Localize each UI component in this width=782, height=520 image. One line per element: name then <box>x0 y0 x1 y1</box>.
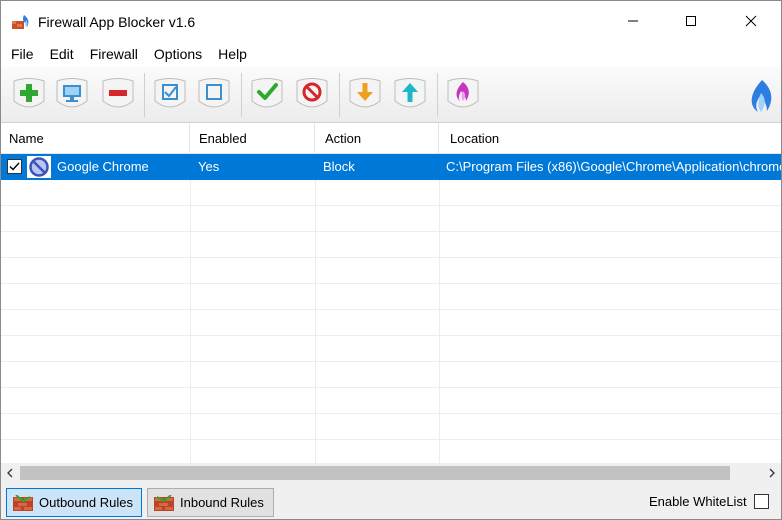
close-button[interactable] <box>728 1 774 41</box>
empty-row <box>1 284 781 310</box>
menu-bar: File Edit Firewall Options Help <box>1 41 781 67</box>
tab-outbound-label: Outbound Rules <box>39 495 133 510</box>
maximize-icon <box>686 16 696 26</box>
cell-location: C:\Program Files (x86)\Google\Chrome\App… <box>446 159 781 174</box>
checkmark-allow-icon <box>251 78 283 108</box>
row-checkbox[interactable] <box>7 159 22 174</box>
window-title: Firewall App Blocker v1.6 <box>38 14 196 30</box>
empty-row <box>1 440 781 463</box>
arrow-up-icon <box>394 78 426 108</box>
tab-inbound-label: Inbound Rules <box>180 495 264 510</box>
flame-purple-icon <box>447 78 479 108</box>
whitelist-checkbox[interactable] <box>754 494 769 509</box>
firewall-button[interactable] <box>444 75 482 115</box>
empty-row <box>1 206 781 232</box>
add-plus-icon <box>13 78 45 108</box>
uncheck-all-button[interactable] <box>195 75 233 115</box>
toolbar-separator <box>339 73 340 117</box>
close-icon <box>745 15 757 27</box>
empty-row <box>1 388 781 414</box>
menu-help[interactable]: Help <box>218 46 247 62</box>
cell-name: Google Chrome <box>57 159 149 174</box>
tab-outbound-rules[interactable]: Outbound Rules <box>6 488 142 517</box>
column-header-location[interactable]: Location <box>439 123 781 154</box>
minimize-icon <box>628 20 638 22</box>
add-running-app-button[interactable] <box>53 75 91 115</box>
checkbox-empty-icon <box>198 78 230 108</box>
toolbar-separator <box>144 73 145 117</box>
minimize-button[interactable] <box>610 1 656 41</box>
remove-app-button[interactable] <box>99 75 137 115</box>
app-logo-icon <box>12 15 29 29</box>
menu-file[interactable]: File <box>11 46 34 62</box>
title-bar[interactable]: Firewall App Blocker v1.6 <box>1 1 781 41</box>
status-bar: Outbound Rules Inbound Rules Enable Whit… <box>1 483 781 519</box>
grid-divider <box>190 154 191 463</box>
brick-wall-icon <box>13 494 33 511</box>
empty-row <box>1 362 781 388</box>
column-header-name[interactable]: Name <box>1 123 190 154</box>
column-header-action[interactable]: Action <box>315 123 439 154</box>
cell-enabled: Yes <box>198 159 220 174</box>
menu-firewall[interactable]: Firewall <box>90 46 138 62</box>
maximize-button[interactable] <box>668 1 714 41</box>
menu-edit[interactable]: Edit <box>50 46 74 62</box>
blocked-app-icon <box>27 156 51 178</box>
tab-inbound-rules[interactable]: Inbound Rules <box>147 488 274 517</box>
empty-row <box>1 258 781 284</box>
checkmark-icon <box>9 162 20 171</box>
whitelist-label: Enable WhiteList <box>649 494 747 509</box>
chevron-right-icon <box>769 468 775 478</box>
remove-minus-icon <box>102 78 134 108</box>
monitor-icon <box>56 78 88 108</box>
checkbox-checked-icon <box>154 78 186 108</box>
block-circle-icon <box>296 78 328 108</box>
block-button[interactable] <box>293 75 331 115</box>
grid-divider <box>439 154 440 463</box>
toolbar <box>1 67 781 123</box>
arrow-down-icon <box>349 78 381 108</box>
import-button[interactable] <box>346 75 384 115</box>
table-row[interactable]: Google Chrome Yes Block C:\Program Files… <box>1 154 781 180</box>
check-all-button[interactable] <box>151 75 189 115</box>
cell-action: Block <box>323 159 355 174</box>
rules-list[interactable]: Name Enabled Action Location Google Chro… <box>1 123 781 463</box>
list-header: Name Enabled Action Location <box>1 123 781 154</box>
empty-row <box>1 336 781 362</box>
menu-options[interactable]: Options <box>154 46 202 62</box>
allow-button[interactable] <box>248 75 286 115</box>
scroll-right-button[interactable] <box>763 463 781 483</box>
empty-row <box>1 232 781 258</box>
grid-divider <box>315 154 316 463</box>
add-app-button[interactable] <box>10 75 48 115</box>
scroll-thumb[interactable] <box>20 466 730 480</box>
toolbar-separator <box>437 73 438 117</box>
brick-wall-icon <box>154 494 174 511</box>
chevron-left-icon <box>7 468 13 478</box>
toolbar-separator <box>241 73 242 117</box>
column-header-enabled[interactable]: Enabled <box>190 123 315 154</box>
empty-row <box>1 414 781 440</box>
export-button[interactable] <box>391 75 429 115</box>
empty-row <box>1 310 781 336</box>
horizontal-scrollbar[interactable] <box>1 463 781 483</box>
app-window: Firewall App Blocker v1.6 File Edit Fire… <box>0 0 782 520</box>
empty-row <box>1 180 781 206</box>
flame-blue-icon <box>751 80 772 112</box>
scroll-left-button[interactable] <box>1 463 19 483</box>
